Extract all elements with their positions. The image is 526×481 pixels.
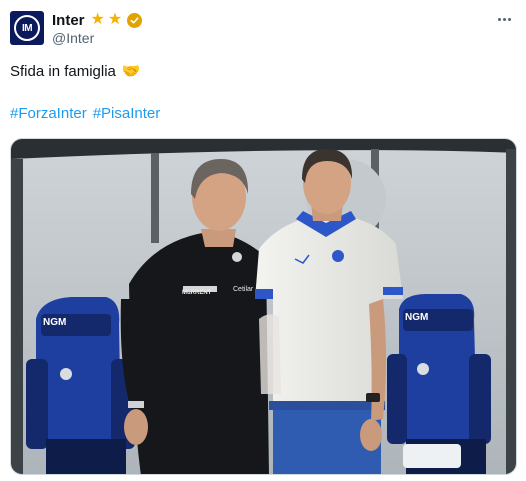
sponsor-right: Cetilar: [233, 286, 254, 293]
seat-brand-right: NGM: [405, 312, 428, 323]
verified-badge-icon[interactable]: [127, 12, 143, 28]
tweet-text-content: Sfida in famiglia: [10, 62, 116, 80]
photo-scene: NGM NGM MuRRENT Cetilar: [11, 139, 516, 474]
inter-logo-icon: IM: [14, 15, 40, 41]
avatar[interactable]: IM: [10, 11, 44, 45]
tweet-card: IM Inter ★ ★ @Inter Sfida in famiglia 🤝 …: [0, 0, 526, 481]
more-options-icon[interactable]: [494, 10, 514, 28]
hashtags: #ForzaInter #PisaInter: [10, 105, 160, 122]
star-icon: ★: [107, 11, 123, 28]
seat-brand-left: NGM: [43, 317, 66, 328]
display-name[interactable]: Inter: [52, 12, 85, 29]
tweet-text: Sfida in famiglia 🤝: [10, 62, 141, 81]
hashtag-forzainter[interactable]: #ForzaInter: [10, 105, 87, 122]
star-icon: ★: [90, 11, 105, 28]
sponsor-left: MuRRENT: [182, 290, 212, 296]
handle[interactable]: @Inter: [52, 30, 94, 46]
author-name-row: Inter ★ ★: [52, 11, 143, 29]
tweet-photo[interactable]: NGM NGM MuRRENT Cetilar: [10, 138, 517, 475]
handshake-emoji-icon: 🤝: [121, 63, 141, 80]
hashtag-pisainter[interactable]: #PisaInter: [93, 105, 161, 122]
